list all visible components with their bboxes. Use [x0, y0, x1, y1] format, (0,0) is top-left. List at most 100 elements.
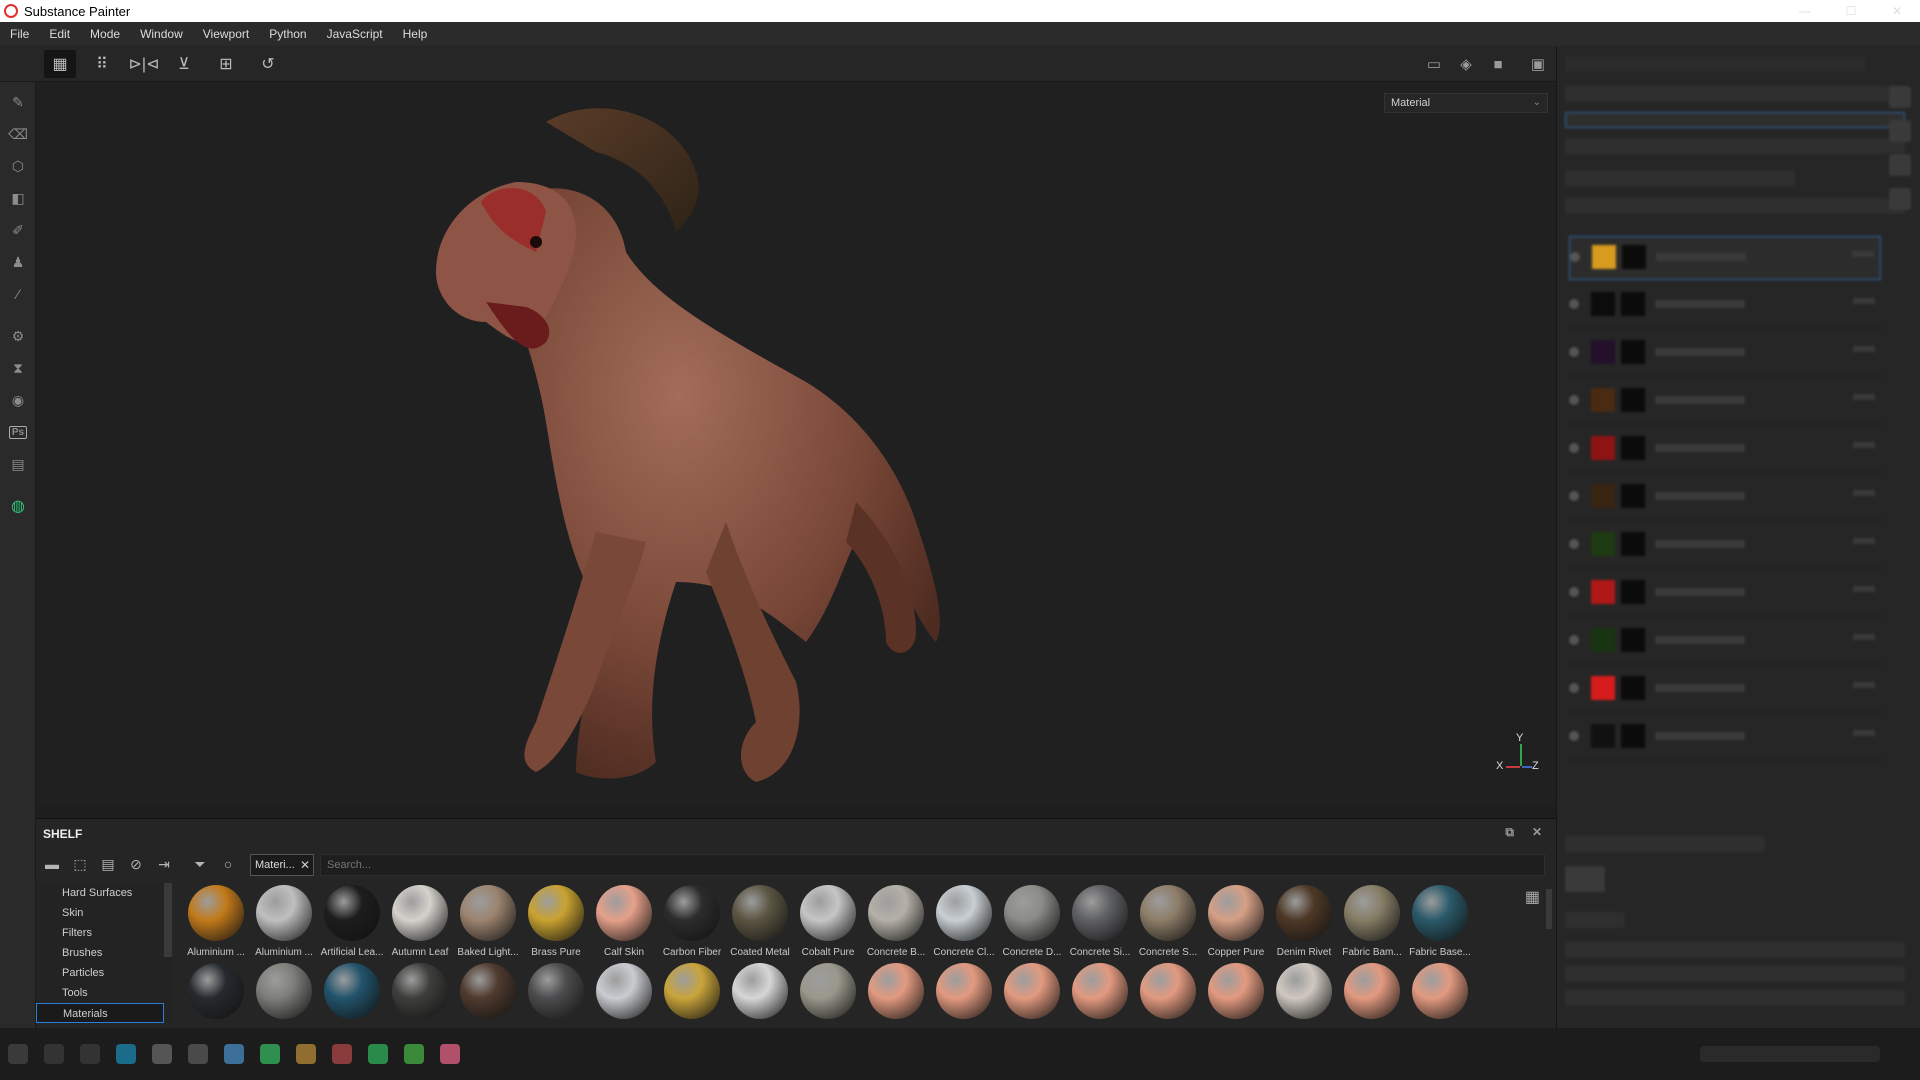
refresh-icon[interactable]: ○	[214, 851, 242, 877]
menu-javascript[interactable]: JavaScript	[317, 22, 393, 46]
material-swatch[interactable]	[454, 963, 522, 1019]
category-filters[interactable]: Filters	[36, 923, 172, 943]
eye-icon[interactable]	[1569, 443, 1579, 453]
layer-row[interactable]	[1569, 476, 1881, 520]
taskbar-app-icon[interactable]	[332, 1044, 352, 1064]
eye-icon[interactable]	[1569, 731, 1579, 741]
material-swatch[interactable]: Concrete D...	[998, 885, 1066, 958]
material-swatch[interactable]: Aluminium ...	[250, 885, 318, 958]
layer-row[interactable]	[1569, 668, 1881, 712]
layer-row[interactable]	[1569, 428, 1881, 472]
taskbar-app-icon[interactable]	[188, 1044, 208, 1064]
layer-row[interactable]	[1569, 620, 1881, 664]
grid-dots-icon[interactable]: ⠿	[86, 50, 118, 78]
category-hard-surfaces[interactable]: Hard Surfaces	[36, 883, 172, 903]
float-panel-icon[interactable]: ⧉	[1505, 825, 1514, 840]
close-window-button[interactable]: ✕	[1874, 0, 1920, 22]
3d-viewport[interactable]: Material ⌄ Y X Z	[36, 82, 1556, 806]
panel-row[interactable]	[1565, 112, 1905, 128]
material-swatch[interactable]	[658, 963, 726, 1019]
layer-row[interactable]	[1569, 524, 1881, 568]
material-swatch[interactable]: Concrete S...	[1134, 885, 1202, 958]
material-swatch[interactable]	[1338, 963, 1406, 1019]
menu-edit[interactable]: Edit	[39, 22, 80, 46]
panel-dock-icon[interactable]	[1889, 120, 1911, 142]
eye-icon[interactable]	[1569, 347, 1579, 357]
system-tray[interactable]	[1700, 1046, 1880, 1062]
taskbar-app-icon[interactable]	[368, 1044, 388, 1064]
polygon-fill-icon[interactable]: ◧	[0, 182, 36, 214]
material-swatch[interactable]	[250, 963, 318, 1019]
menu-python[interactable]: Python	[259, 22, 316, 46]
material-swatch[interactable]	[794, 963, 862, 1019]
settings-icon[interactable]: ▣	[1524, 50, 1552, 78]
material-swatch[interactable]: Denim Rivet	[1270, 885, 1338, 958]
eye-icon[interactable]	[1569, 635, 1579, 645]
material-swatch[interactable]: Carbon Fiber	[658, 885, 726, 958]
taskbar-app-icon[interactable]	[440, 1044, 460, 1064]
color-picker-icon[interactable]: ⁄	[0, 278, 36, 310]
projection-icon[interactable]: ⬡	[0, 150, 36, 182]
mirror-x-icon[interactable]: ⊳|⊲	[128, 50, 160, 78]
material-swatch[interactable]	[998, 963, 1066, 1019]
category-brushes[interactable]: Brushes	[36, 943, 172, 963]
material-swatch[interactable]: Concrete B...	[862, 885, 930, 958]
layer-row[interactable]	[1569, 716, 1881, 760]
start-icon[interactable]	[8, 1044, 28, 1064]
camera-icon[interactable]: ■	[1484, 50, 1512, 78]
menu-mode[interactable]: Mode	[80, 22, 130, 46]
material-swatch[interactable]	[862, 963, 930, 1019]
material-swatch[interactable]	[1134, 963, 1202, 1019]
eye-icon[interactable]	[1569, 299, 1579, 309]
add-frame-icon[interactable]: ⊞	[210, 50, 242, 78]
filter-icon[interactable]: ⏷	[186, 851, 214, 877]
material-swatch[interactable]	[590, 963, 658, 1019]
menu-viewport[interactable]: Viewport	[193, 22, 259, 46]
material-swatch[interactable]	[1066, 963, 1134, 1019]
material-swatch[interactable]	[1202, 963, 1270, 1019]
layer-row[interactable]	[1569, 332, 1881, 376]
eye-icon[interactable]	[1570, 252, 1580, 262]
taskview-icon[interactable]	[80, 1044, 100, 1064]
taskbar-app-icon[interactable]	[404, 1044, 424, 1064]
material-swatch[interactable]: Concrete Cl...	[930, 885, 998, 958]
photoshop-icon[interactable]: Ps	[0, 416, 36, 448]
material-swatch[interactable]	[930, 963, 998, 1019]
material-swatch[interactable]: Fabric Base...	[1406, 885, 1474, 958]
material-swatch[interactable]: Coated Metal	[726, 885, 794, 958]
taskbar-app-icon[interactable]	[152, 1044, 172, 1064]
category-particles[interactable]: Particles	[36, 963, 172, 983]
material-swatch[interactable]: Brass Pure	[522, 885, 590, 958]
menu-file[interactable]: File	[0, 22, 39, 46]
hide-icon[interactable]: ⊘	[122, 851, 150, 877]
panel-dock-icon[interactable]	[1889, 86, 1911, 108]
material-swatch[interactable]	[522, 963, 590, 1019]
smudge-icon[interactable]: ✐	[0, 214, 36, 246]
screenshot-icon[interactable]: ▭	[1420, 50, 1448, 78]
grid-view-icon[interactable]: ▦	[1525, 887, 1540, 907]
material-icon[interactable]: ◉	[0, 384, 36, 416]
panel-dock-icon[interactable]	[1889, 188, 1911, 210]
export-icon[interactable]: ▤	[0, 448, 36, 480]
layer-row[interactable]	[1569, 380, 1881, 424]
hourglass-icon[interactable]: ⧗	[0, 352, 36, 384]
eye-icon[interactable]	[1569, 491, 1579, 501]
category-tools[interactable]: Tools	[36, 983, 172, 1003]
panel-dock-icon[interactable]	[1889, 154, 1911, 176]
material-swatch[interactable]	[182, 963, 250, 1019]
category-materials[interactable]: Materials	[36, 1003, 164, 1023]
material-swatch[interactable]: Aluminium ...	[182, 885, 250, 958]
shelf-search-input[interactable]	[320, 854, 1545, 876]
material-swatch[interactable]: Artificial Lea...	[318, 885, 386, 958]
eye-icon[interactable]	[1569, 539, 1579, 549]
taskbar-app-icon[interactable]	[296, 1044, 316, 1064]
material-swatch[interactable]: Calf Skin	[590, 885, 658, 958]
layer-row[interactable]	[1569, 236, 1881, 280]
taskbar-app-icon[interactable]	[260, 1044, 280, 1064]
material-swatch[interactable]: Fabric Bam...	[1338, 885, 1406, 958]
minimize-button[interactable]: —	[1782, 0, 1828, 22]
viewport-mode-dropdown[interactable]: Material ⌄	[1384, 93, 1548, 113]
folder-icon[interactable]: ▬	[38, 851, 66, 877]
cube-icon[interactable]: ◈	[1452, 50, 1480, 78]
search-icon[interactable]	[44, 1044, 64, 1064]
